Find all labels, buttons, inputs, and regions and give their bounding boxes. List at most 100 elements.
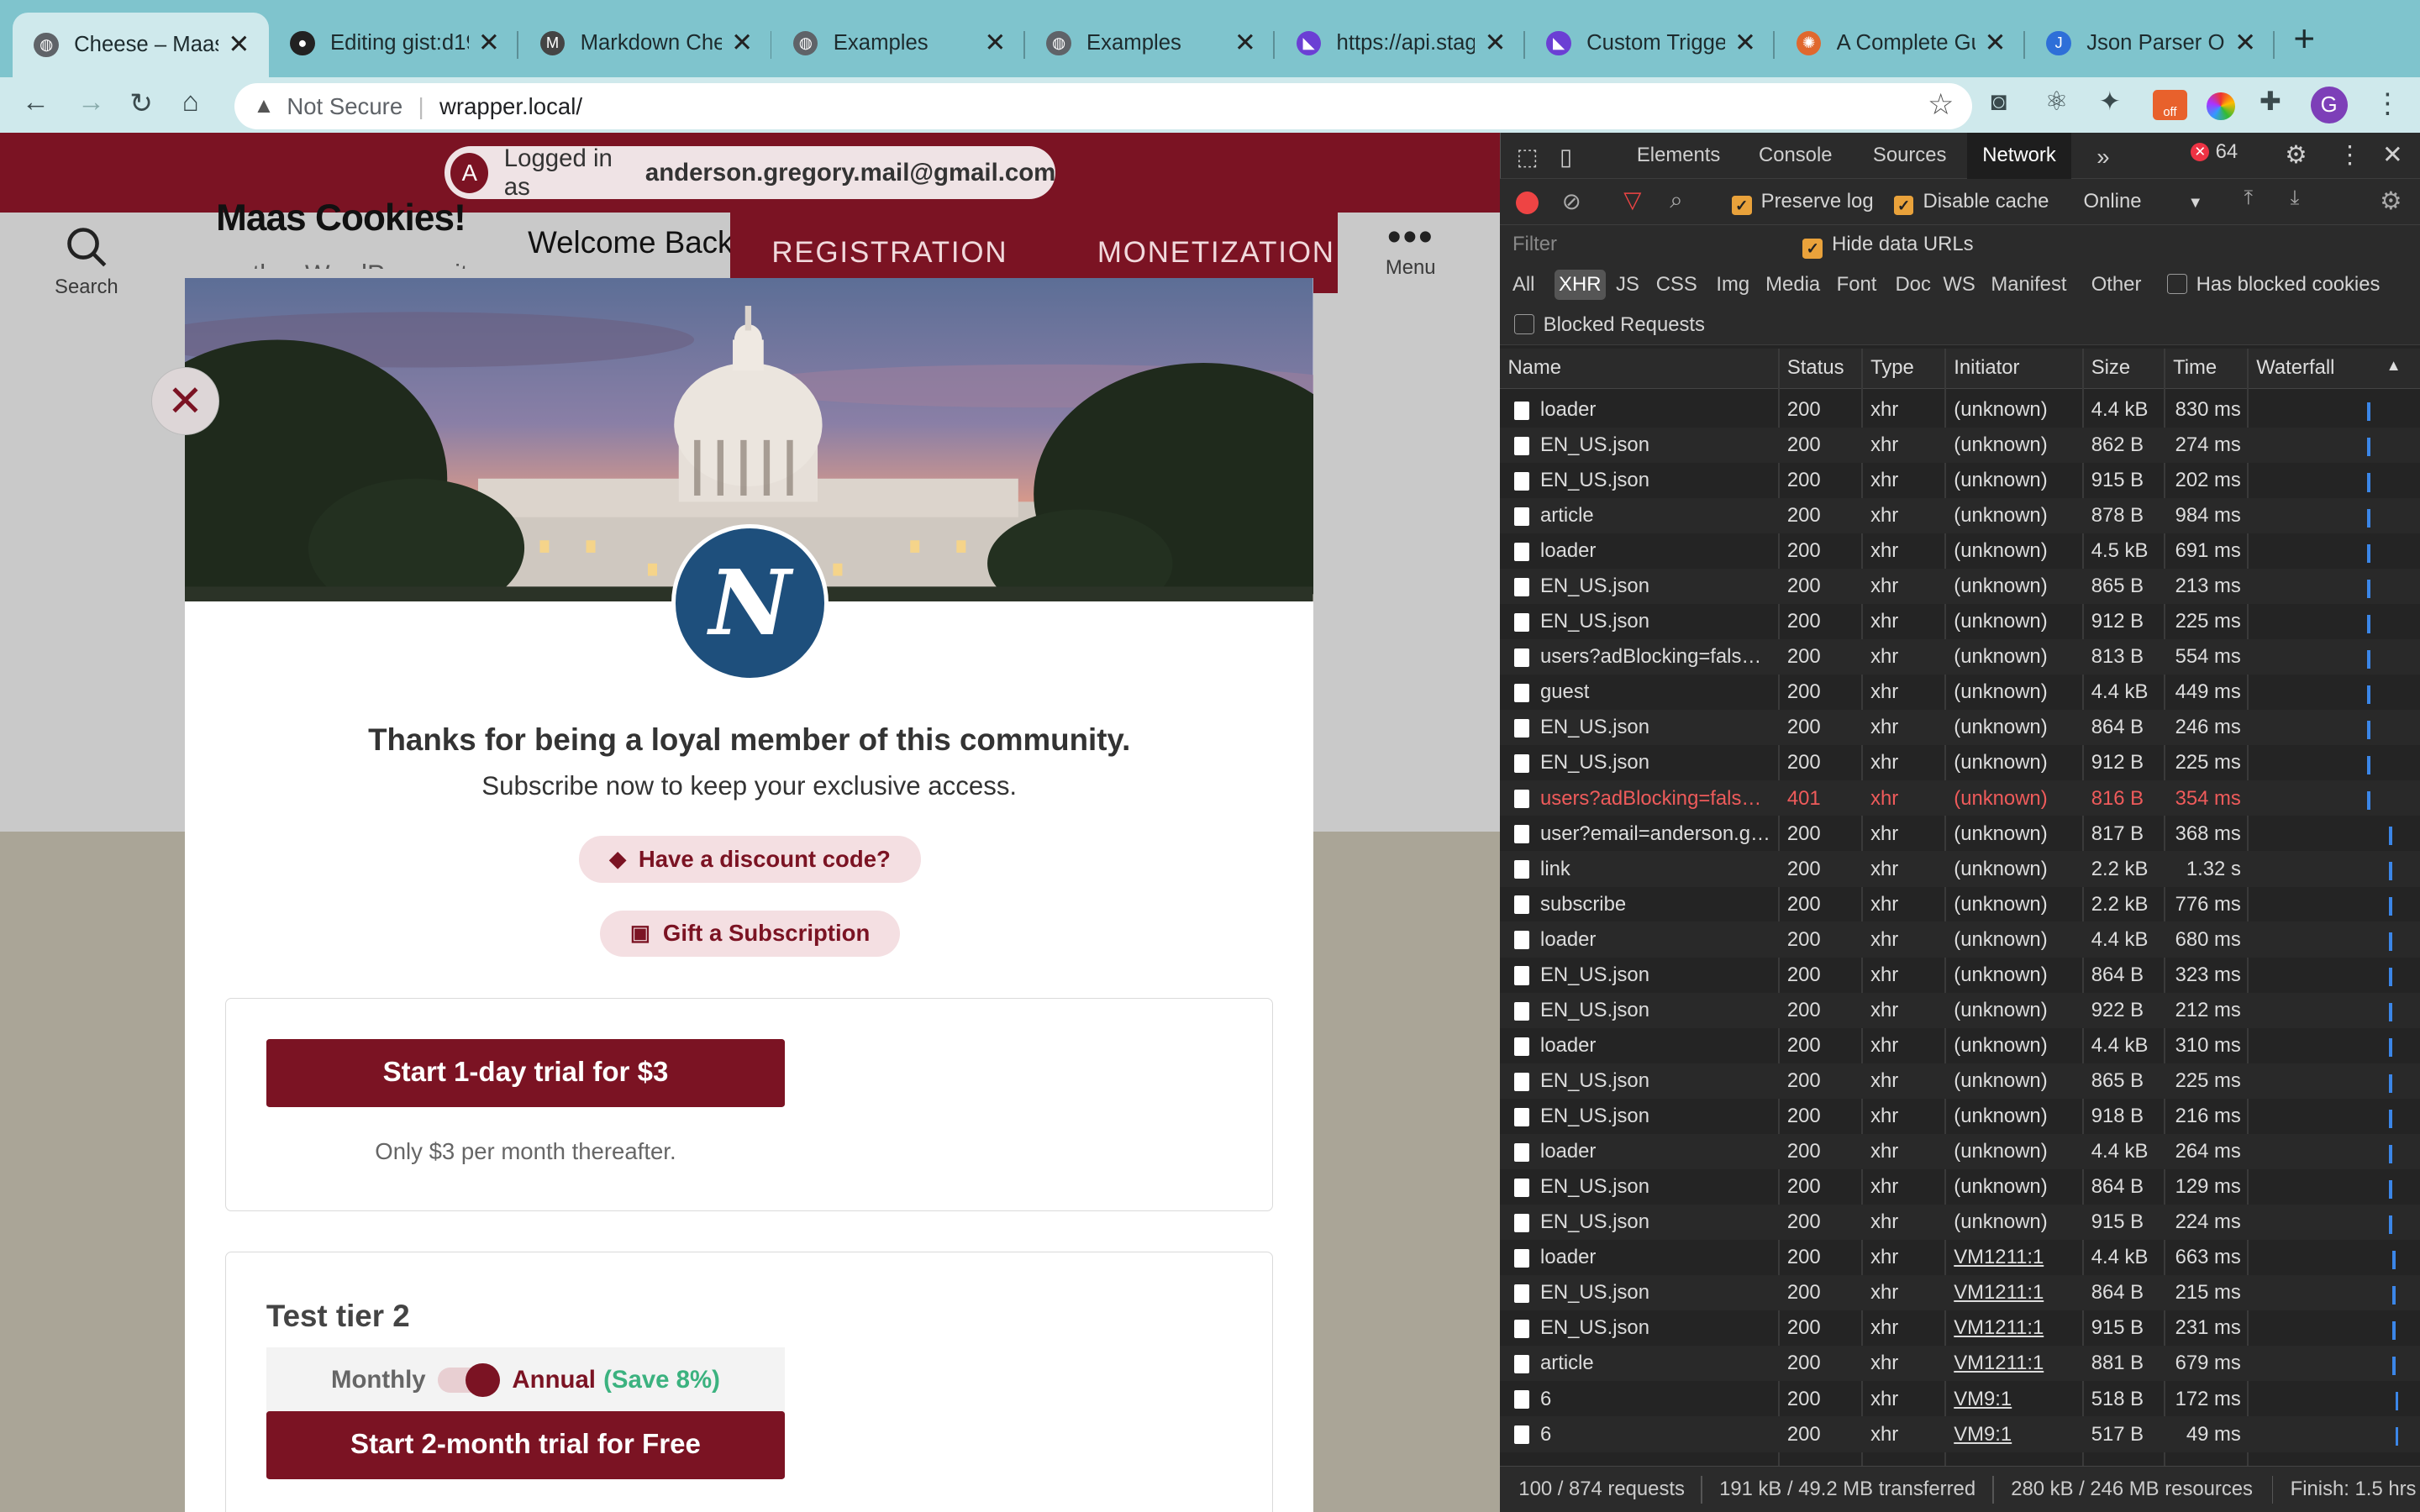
annual-label[interactable]: Annual — [512, 1366, 596, 1394]
start-trial-1-button[interactable]: Start 1-day trial for $3 — [266, 1039, 786, 1107]
filter-ws[interactable]: WS — [1943, 273, 1975, 297]
close-tab-icon[interactable]: ✕ — [1985, 28, 2007, 58]
filter-manifest[interactable]: Manifest — [1991, 273, 2066, 297]
cell-initiator[interactable]: VM1211:1 — [1954, 1281, 2077, 1305]
browser-tab[interactable]: ◍ Examples ✕ — [1025, 13, 1276, 74]
close-tab-icon[interactable]: ✕ — [984, 28, 1006, 58]
tab-network[interactable]: Network — [1966, 132, 2072, 180]
filter-media[interactable]: Media — [1765, 273, 1820, 297]
table-row[interactable]: 6 200 xhr VM9:1 517 B 49 ms — [1500, 1416, 2420, 1452]
table-row[interactable]: EN_US.json 200 xhr (unknown) 864 B 246 ms — [1500, 710, 2420, 746]
table-row[interactable]: article 200 xhr VM1211:1 881 B 679 ms — [1500, 1346, 2420, 1382]
site-menu-button[interactable]: ••• Menu — [1383, 218, 1439, 280]
gift-subscription-button[interactable]: ▣ Gift a Subscription — [600, 910, 900, 957]
logged-in-pill[interactable]: A Logged in as anderson.gregory.mail@gma… — [444, 144, 1056, 201]
table-row[interactable]: EN_US.json 200 xhr (unknown) 912 B 225 ms — [1500, 604, 2420, 639]
table-row[interactable]: loader 200 xhr (unknown) 4.5 kB 691 ms — [1500, 533, 2420, 569]
kebab-menu-icon[interactable]: ⋮ — [2374, 87, 2402, 120]
nav-registration[interactable]: REGISTRATION — [771, 236, 1007, 270]
disable-cache-checkbox[interactable]: ✓ Disable cache — [1893, 190, 2049, 216]
filter-other[interactable]: Other — [2091, 273, 2142, 297]
filter-xhr[interactable]: XHR — [1554, 270, 1606, 300]
url-text[interactable]: wrapper.local/ — [439, 93, 582, 120]
table-row[interactable]: article 200 xhr (unknown) 878 B 984 ms — [1500, 497, 2420, 533]
browser-tab[interactable]: ◍ Cheese – Maas ✕ — [12, 12, 269, 77]
settings-gear-icon[interactable]: ⚙ — [2285, 140, 2307, 170]
table-row[interactable]: users?adBlocking=fals… 200 xhr (unknown) 813… — [1500, 638, 2420, 675]
security-label[interactable]: Not Secure — [287, 93, 402, 120]
has-blocked-cookies-checkbox[interactable]: Has blocked cookies — [2166, 273, 2380, 297]
table-row[interactable]: guest 200 xhr (unknown) 4.4 kB 449 ms — [1500, 675, 2420, 710]
inspect-element-icon[interactable]: ⬚ — [1517, 144, 1539, 171]
extension-icon[interactable]: ✦ — [2099, 87, 2121, 117]
close-tab-icon[interactable]: ✕ — [1484, 28, 1506, 58]
tab-console[interactable]: Console — [1759, 144, 1833, 167]
col-initiator[interactable]: Initiator — [1954, 356, 2019, 380]
table-row[interactable]: EN_US.json 200 xhr VM1211:1 864 B 215 ms — [1500, 1275, 2420, 1311]
cell-initiator[interactable]: VM1211:1 — [1954, 1316, 2077, 1340]
profile-avatar[interactable]: G — [2310, 86, 2348, 123]
filter-icon[interactable]: ▽ — [1623, 186, 1641, 213]
filter-all[interactable]: All — [1512, 273, 1535, 297]
table-row[interactable]: EN_US.json 200 xhr (unknown) 864 B 129 ms — [1500, 1169, 2420, 1205]
table-row[interactable]: EN_US.json 200 xhr (unknown) 865 B 213 ms — [1500, 568, 2420, 605]
table-row[interactable]: loader 200 xhr (unknown) 4.4 kB 680 ms — [1500, 921, 2420, 958]
start-trial-2-button[interactable]: Start 2-month trial for Free — [266, 1410, 786, 1479]
cell-initiator[interactable]: VM9:1 — [1954, 1423, 2077, 1446]
error-count-badge[interactable]: ✕ 64 — [2191, 140, 2238, 164]
preserve-log-checkbox[interactable]: ✓ Preserve log — [1731, 190, 1874, 216]
table-row[interactable]: EN_US.json 200 xhr (unknown) 922 B 212 ms — [1500, 992, 2420, 1028]
filter-doc[interactable]: Doc — [1895, 273, 1930, 297]
reload-icon[interactable]: ↻ — [129, 87, 153, 120]
table-row[interactable]: EN_US.json 200 xhr (unknown) 915 B 224 ms — [1500, 1204, 2420, 1241]
color-picker-icon[interactable] — [2207, 92, 2235, 121]
close-tab-icon[interactable]: ✕ — [2234, 28, 2256, 58]
sort-ascending-icon[interactable]: ▲ — [2386, 356, 2402, 375]
col-size[interactable]: Size — [2091, 356, 2130, 380]
throttle-select[interactable]: Online ▼ — [2084, 190, 2203, 213]
close-tab-icon[interactable]: ✕ — [228, 29, 250, 60]
col-waterfall[interactable]: Waterfall — [2256, 356, 2334, 380]
filter-img[interactable]: Img — [1716, 273, 1749, 297]
col-name[interactable]: Name — [1507, 356, 1561, 380]
nav-monetization[interactable]: MONETIZATION — [1097, 236, 1335, 270]
table-row[interactable]: EN_US.json 200 xhr (unknown) 915 B 202 ms — [1500, 463, 2420, 498]
browser-tab[interactable]: ◣ Custom Trigge ✕ — [1525, 13, 1776, 74]
table-row[interactable]: 6 200 xhr VM9:1 518 B 172 ms — [1500, 1381, 2420, 1416]
col-status[interactable]: Status — [1787, 356, 1844, 380]
table-row[interactable]: EN_US.json 200 xhr (unknown) 864 B 323 ms — [1500, 957, 2420, 992]
puzzle-icon[interactable]: ✚ — [2260, 87, 2281, 117]
browser-tab[interactable]: J Json Parser On ✕ — [2025, 13, 2275, 74]
react-devtools-icon[interactable]: ⚛ — [2045, 87, 2069, 117]
device-toolbar-icon[interactable]: ▯ — [1560, 144, 1572, 171]
tab-sources[interactable]: Sources — [1873, 144, 1947, 167]
devtools-menu-icon[interactable]: ⋮ — [2338, 140, 2362, 170]
col-type[interactable]: Type — [1870, 356, 1914, 380]
back-icon[interactable]: ← — [22, 87, 50, 118]
camera-icon[interactable]: ◙ — [1991, 87, 2007, 117]
table-row[interactable]: loader 200 xhr (unknown) 4.4 kB 310 ms — [1500, 1028, 2420, 1063]
filter-js[interactable]: JS — [1616, 273, 1639, 297]
forward-icon[interactable]: → — [77, 87, 105, 118]
table-row[interactable]: loader 200 xhr (unknown) 4.4 kB 830 ms — [1500, 392, 2420, 428]
tab-elements[interactable]: Elements — [1637, 144, 1720, 167]
table-row[interactable]: EN_US.json 200 xhr VM1211:1 915 B 231 ms — [1500, 1310, 2420, 1346]
table-row[interactable]: EN_US.json 200 xhr (unknown) 862 B 274 ms — [1500, 427, 2420, 463]
table-row[interactable]: subscribe 200 xhr (unknown) 2.2 kB 776 ms — [1500, 886, 2420, 921]
home-icon[interactable]: ⌂ — [182, 87, 199, 118]
warning-icon[interactable]: ▲ — [253, 94, 274, 118]
cell-initiator[interactable]: VM9:1 — [1954, 1388, 2077, 1411]
close-modal-button[interactable]: ✕ — [150, 367, 219, 435]
cell-initiator[interactable]: VM1211:1 — [1954, 1352, 2077, 1375]
close-tab-icon[interactable]: ✕ — [478, 28, 500, 58]
table-row[interactable]: loader 200 xhr VM1211:1 4.4 kB 663 ms — [1500, 1240, 2420, 1275]
close-devtools-icon[interactable]: ✕ — [2382, 140, 2403, 170]
table-row[interactable]: EN_US.json 200 xhr (unknown) 865 B 225 ms — [1500, 1063, 2420, 1099]
browser-tab[interactable]: M Markdown Che ✕ — [518, 13, 772, 74]
filter-font[interactable]: Font — [1837, 273, 1877, 297]
table-row[interactable]: users?adBlocking=fals… 401 xhr (unknown) 816… — [1500, 780, 2420, 816]
search-icon[interactable]: ⌕ — [1670, 186, 1682, 214]
browser-tab[interactable]: ◣ https://api.stag ✕ — [1275, 13, 1525, 74]
billing-switch[interactable] — [438, 1362, 500, 1398]
site-title[interactable]: Maas Cookies! — [216, 197, 466, 239]
